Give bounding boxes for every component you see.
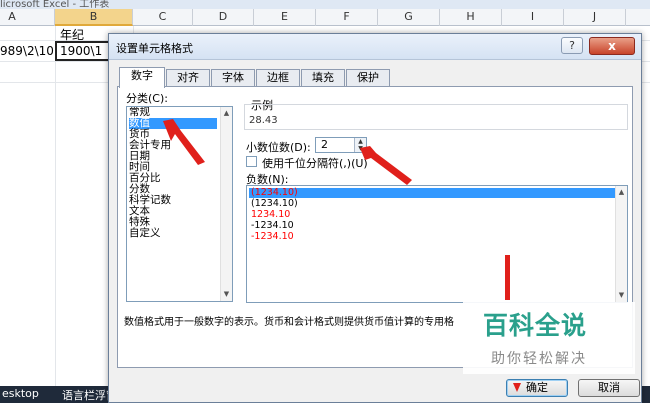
dialog-title: 设置单元格格式 — [116, 42, 193, 55]
tab-number[interactable]: 数字 — [119, 67, 165, 88]
scroll-up-icon[interactable]: ▲ — [221, 108, 232, 119]
column-header-h[interactable]: H — [440, 9, 502, 26]
sample-box: 28.43 — [244, 104, 628, 130]
cancel-button[interactable]: 取消 — [578, 379, 640, 397]
negative-list-scrollbar[interactable]: ▲ ▼ — [615, 186, 627, 302]
ok-button[interactable]: 确定 — [506, 379, 568, 397]
decimal-places-label: 小数位数(D): — [246, 141, 311, 154]
negative-option[interactable]: -1234.10 — [249, 232, 615, 242]
spin-down-icon[interactable]: ▼ — [355, 145, 366, 152]
column-header-row: A B C D E F G H I J — [0, 9, 650, 26]
close-button[interactable]: x — [589, 37, 635, 55]
tab-fill[interactable]: 填充 — [301, 69, 345, 87]
ok-button-label: 确定 — [526, 381, 548, 394]
help-button[interactable]: ? — [561, 37, 583, 54]
decimal-places-input[interactable]: 2 ▲ ▼ — [315, 137, 367, 153]
column-header-e[interactable]: E — [254, 9, 316, 26]
column-header-b[interactable]: B — [55, 9, 133, 26]
column-header-j[interactable]: J — [564, 9, 626, 26]
negative-option[interactable]: (1234.10) — [249, 199, 615, 209]
spin-up-icon[interactable]: ▲ — [355, 138, 366, 145]
tab-border[interactable]: 边框 — [256, 69, 300, 87]
thousands-separator-checkbox[interactable] — [246, 156, 257, 167]
sample-value: 28.43 — [249, 115, 278, 126]
column-header-a[interactable]: A — [0, 9, 55, 26]
cell-a2[interactable]: 989\2\10 — [0, 44, 54, 58]
watermark-title: 百科全说 — [483, 311, 588, 340]
category-item-custom[interactable]: 自定义 — [129, 228, 217, 239]
negative-option[interactable]: 1234.10 — [249, 210, 615, 220]
scroll-up-icon[interactable]: ▲ — [616, 187, 627, 198]
tab-font[interactable]: 字体 — [211, 69, 255, 87]
category-list[interactable]: 常规 数值 货币 会计专用 日期 时间 百分比 分数 科学记数 文本 特殊 自定… — [126, 106, 233, 302]
watermark: 百科全说 助你轻松解决 — [463, 302, 635, 374]
negative-numbers-list[interactable]: (1234.10) (1234.10) 1234.10 -1234.10 -12… — [246, 185, 628, 303]
category-scrollbar[interactable]: ▲ ▼ — [220, 107, 232, 301]
excel-title-bar: licrosoft Excel - 工作表 — [0, 0, 650, 9]
window-title: licrosoft Excel - 工作表 — [0, 0, 110, 9]
column-header-d[interactable]: D — [193, 9, 254, 26]
decimal-places-value: 2 — [321, 138, 328, 151]
column-header-f[interactable]: F — [316, 9, 378, 26]
dialog-title-bar[interactable]: 设置单元格格式 ? x — [109, 34, 641, 60]
scroll-down-icon[interactable]: ▼ — [616, 290, 627, 301]
column-header-i[interactable]: I — [502, 9, 564, 26]
scroll-down-icon[interactable]: ▼ — [221, 289, 232, 300]
tab-alignment[interactable]: 对齐 — [166, 69, 210, 87]
thousands-separator-label: 使用千位分隔符(,)(U) — [262, 157, 368, 170]
column-header-g[interactable]: G — [378, 9, 440, 26]
watermark-subtitle: 助你轻松解决 — [491, 351, 587, 367]
negative-option[interactable]: -1234.10 — [249, 221, 615, 231]
column-gridline — [55, 26, 56, 386]
column-header-c[interactable]: C — [133, 9, 193, 26]
taskbar-item-desktop[interactable]: esktop — [2, 387, 39, 400]
annotation-marker-icon — [513, 383, 521, 392]
category-label: 分类(C): — [126, 92, 168, 105]
negative-option[interactable]: (1234.10) — [249, 188, 615, 198]
decimal-places-spinner[interactable]: ▲ ▼ — [354, 138, 366, 152]
tab-protection[interactable]: 保护 — [346, 69, 390, 87]
